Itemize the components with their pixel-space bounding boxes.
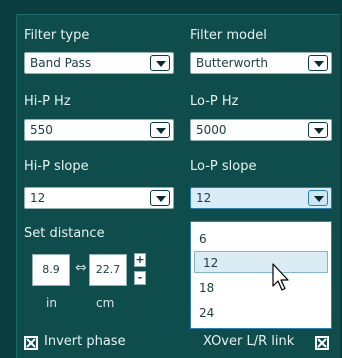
in-unit-label: in — [46, 296, 57, 310]
lop-slope-option[interactable]: 18 — [191, 277, 331, 299]
set-distance-label: Set distance — [24, 226, 105, 241]
hip-slope-value: 12 — [30, 191, 46, 205]
xover-link-checkbox[interactable] — [315, 336, 329, 350]
filter-model-label: Filter model — [190, 28, 267, 43]
hip-slope-label: Hi-P slope — [24, 159, 89, 174]
filter-model-value: Butterworth — [196, 56, 268, 70]
chevron-down-icon[interactable] — [150, 122, 170, 138]
lop-slope-option[interactable]: 6 — [191, 228, 331, 250]
chevron-down-icon[interactable] — [150, 55, 170, 71]
lop-slope-value: 12 — [196, 191, 212, 205]
distance-cm-value: 22.7 — [95, 263, 121, 276]
check-x-icon — [317, 338, 327, 348]
chevron-down-icon[interactable] — [308, 190, 328, 206]
lop-slope-option-highlighted[interactable]: 12 — [194, 251, 328, 273]
filter-type-label: Filter type — [24, 28, 90, 43]
hip-hz-label: Hi-P Hz — [24, 94, 71, 109]
hip-slope-select[interactable]: 12 — [24, 187, 174, 209]
link-icon: ⇔ — [75, 260, 87, 276]
lop-slope-label: Lo-P slope — [190, 159, 257, 174]
increment-button[interactable]: + — [134, 253, 146, 267]
chevron-down-icon[interactable] — [308, 122, 328, 138]
distance-in-field[interactable]: 8.9 — [32, 254, 70, 286]
invert-phase-checkbox[interactable] — [24, 336, 38, 350]
decrement-button[interactable]: - — [134, 271, 146, 285]
lop-hz-label: Lo-P Hz — [190, 94, 239, 109]
hip-hz-select[interactable]: 550 — [24, 119, 174, 141]
cm-unit-label: cm — [96, 296, 115, 310]
lop-slope-select[interactable]: 12 — [190, 187, 332, 209]
lop-slope-dropdown-list: 6 12 18 24 — [190, 221, 332, 329]
filter-type-value: Band Pass — [30, 56, 92, 70]
chevron-down-icon[interactable] — [150, 190, 170, 206]
lop-hz-value: 5000 — [196, 123, 227, 137]
xover-link-label: XOver L/R link — [203, 334, 295, 349]
lop-hz-select[interactable]: 5000 — [190, 119, 332, 141]
invert-phase-label: Invert phase — [44, 334, 126, 349]
filter-type-select[interactable]: Band Pass — [24, 52, 174, 74]
mouse-pointer-icon — [272, 263, 289, 291]
check-x-icon — [26, 338, 36, 348]
distance-in-value: 8.9 — [42, 263, 60, 276]
chevron-down-icon[interactable] — [308, 55, 328, 71]
hip-hz-value: 550 — [30, 123, 53, 137]
distance-cm-field[interactable]: 22.7 — [89, 254, 127, 286]
lop-slope-option[interactable]: 24 — [191, 302, 331, 324]
filter-model-select[interactable]: Butterworth — [190, 52, 332, 74]
